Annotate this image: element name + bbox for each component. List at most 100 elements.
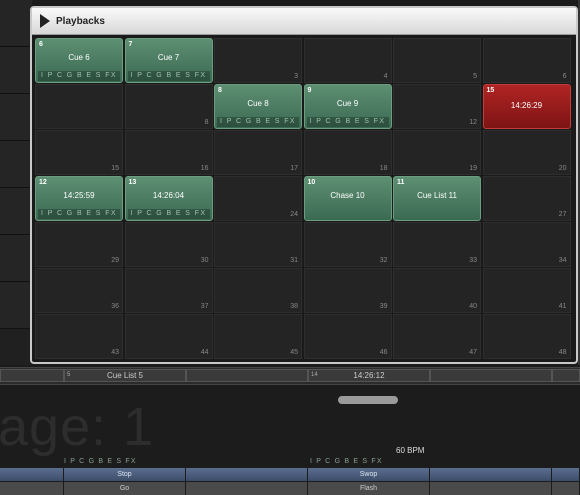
flash-button[interactable]: Flash <box>308 482 430 495</box>
playback-slot-empty[interactable]: 48 <box>482 314 571 359</box>
slot-name: Cue List 11 <box>417 191 457 200</box>
playback-slot-empty[interactable]: 45 <box>214 314 302 359</box>
playbacks-window: Playbacks 6 Cue 6 I P C G B E S FX 7 Cue 7 I … <box>30 6 578 364</box>
playback-grid: 6 Cue 6 I P C G B E S FX 7 Cue 7 I P C G B E … <box>35 38 571 359</box>
playback-slot[interactable]: 9 Cue 9 I P C G B E S FX <box>303 84 392 129</box>
slot-number: 18 <box>379 164 388 172</box>
slot-number: 13 <box>128 179 137 186</box>
slot-number: 9 <box>307 87 312 94</box>
status-slot-time[interactable]: 14 14:26:12 <box>308 369 430 382</box>
slot-number: 33 <box>469 256 477 264</box>
playback-button-blank[interactable] <box>0 468 64 481</box>
playback-slot-empty[interactable]: 24 <box>214 176 302 221</box>
slot-attribute-flags: I P C G B E S FX <box>217 116 299 127</box>
slot-number: 36 <box>111 302 119 310</box>
playback-slot-empty[interactable]: 47 <box>393 314 481 359</box>
left-strip-row <box>0 0 32 47</box>
playback-button-blank[interactable] <box>430 482 552 495</box>
slot-number: 5 <box>473 72 477 80</box>
playback-slot-empty[interactable]: 30 <box>124 222 213 267</box>
left-strip-row <box>0 47 32 94</box>
stop-button[interactable]: Stop <box>64 468 186 481</box>
slot-number: 39 <box>379 302 388 310</box>
swop-button[interactable]: Swop <box>308 468 430 481</box>
window-titlebar[interactable]: Playbacks <box>32 8 576 35</box>
playback-slot[interactable]: 15 14:26:29 <box>482 84 571 129</box>
status-slot-cue-list[interactable]: 5 Cue List 5 <box>64 369 186 382</box>
slot-number: 37 <box>200 302 209 310</box>
slot-number: 11 <box>397 179 405 186</box>
slot-number: 4 <box>383 72 388 80</box>
slot-number: 8 <box>204 118 209 126</box>
playback-slot-empty[interactable]: 29 <box>35 222 123 267</box>
playback-button-blank[interactable] <box>186 482 308 495</box>
slot-name: Cue 9 <box>336 99 359 108</box>
slot-number: 16 <box>200 164 209 172</box>
playback-slot-empty[interactable]: 31 <box>214 222 302 267</box>
playback-slot[interactable]: 8 Cue 8 I P C G B E S FX <box>214 84 302 129</box>
playback-button-blank[interactable] <box>186 468 308 481</box>
playback-button-blank[interactable] <box>552 468 580 481</box>
playback-slot-empty[interactable]: 33 <box>393 222 481 267</box>
playback-slot[interactable]: 7 Cue 7 I P C G B E S FX <box>124 38 213 83</box>
playback-slot[interactable]: 11 Cue List 11 <box>393 176 481 221</box>
playback-slot-empty[interactable]: 5 <box>393 38 481 83</box>
playback-slot-empty[interactable]: 46 <box>303 314 392 359</box>
slot-number: 8 <box>218 87 222 94</box>
playback-button-blank[interactable] <box>430 468 552 481</box>
slot-number: 3 <box>294 72 298 80</box>
playback-slot-empty[interactable]: 18 <box>303 130 392 175</box>
playback-slot-empty[interactable]: 12 <box>393 84 481 129</box>
slot-number: 12 <box>469 118 477 126</box>
playback-slot-empty[interactable]: 4 <box>303 38 392 83</box>
playback-slot-empty[interactable]: 40 <box>393 268 481 313</box>
go-button[interactable]: Go <box>64 482 186 495</box>
playback-slot-empty[interactable]: 27 <box>482 176 571 221</box>
status-slot-empty[interactable] <box>430 369 552 382</box>
playback-slot-empty[interactable]: 16 <box>124 130 213 175</box>
playback-slot-empty[interactable]: 41 <box>482 268 571 313</box>
playback-slot-empty[interactable] <box>35 84 123 129</box>
status-slot-empty[interactable] <box>0 369 64 382</box>
status-slot-empty[interactable] <box>186 369 308 382</box>
playback-slot-empty[interactable]: 43 <box>35 314 123 359</box>
slot-number: 29 <box>111 256 119 264</box>
slot-name: 14:26:04 <box>152 191 185 200</box>
status-slot-empty[interactable] <box>552 369 580 382</box>
playback-slot[interactable]: 6 Cue 6 I P C G B E S FX <box>35 38 123 83</box>
playback-button-blank[interactable] <box>0 482 64 495</box>
slot-number: 38 <box>290 302 298 310</box>
playback-slot-empty[interactable]: 8 <box>124 84 213 129</box>
bpm-readout: 60 BPM <box>396 446 425 455</box>
slot-attribute-flags: I P C G B E S FX <box>306 116 389 127</box>
left-strip-row <box>0 94 32 141</box>
drag-handle[interactable] <box>338 396 398 404</box>
slot-name: Chase 10 <box>330 191 365 200</box>
slot-number: 45 <box>290 348 298 356</box>
playback-slot[interactable]: 13 14:26:04 I P C G B E S FX <box>124 176 213 221</box>
playback-slot-empty[interactable]: 3 <box>214 38 302 83</box>
playback-slot-empty[interactable]: 44 <box>124 314 213 359</box>
playback-slot-empty[interactable]: 34 <box>482 222 571 267</box>
playback-slot-empty[interactable]: 19 <box>393 130 481 175</box>
playback-slot-empty[interactable]: 32 <box>303 222 392 267</box>
playback-slot-empty[interactable]: 6 <box>482 38 571 83</box>
playback-slot-empty[interactable]: 17 <box>214 130 302 175</box>
playback-slot[interactable]: 10 Chase 10 <box>303 176 392 221</box>
status-slot-label: 14:26:12 <box>353 371 385 380</box>
playback-button-blank[interactable] <box>552 482 580 495</box>
slot-number: 43 <box>111 348 119 356</box>
slot-name: Cue 6 <box>68 53 90 62</box>
attribute-flags: I P C G B E S FX <box>64 458 137 465</box>
slot-number: 41 <box>558 302 567 310</box>
playback-slot[interactable]: 12 14:25:59 I P C G B E S FX <box>35 176 123 221</box>
left-strip-row <box>0 235 32 282</box>
slot-number: 6 <box>562 72 567 80</box>
playback-slot-empty[interactable]: 36 <box>35 268 123 313</box>
playback-slot-empty[interactable]: 39 <box>303 268 392 313</box>
playback-slot-empty[interactable]: 15 <box>35 130 123 175</box>
slot-number: 32 <box>379 256 388 264</box>
playback-slot-empty[interactable]: 38 <box>214 268 302 313</box>
playback-slot-empty[interactable]: 37 <box>124 268 213 313</box>
playback-slot-empty[interactable]: 20 <box>482 130 571 175</box>
